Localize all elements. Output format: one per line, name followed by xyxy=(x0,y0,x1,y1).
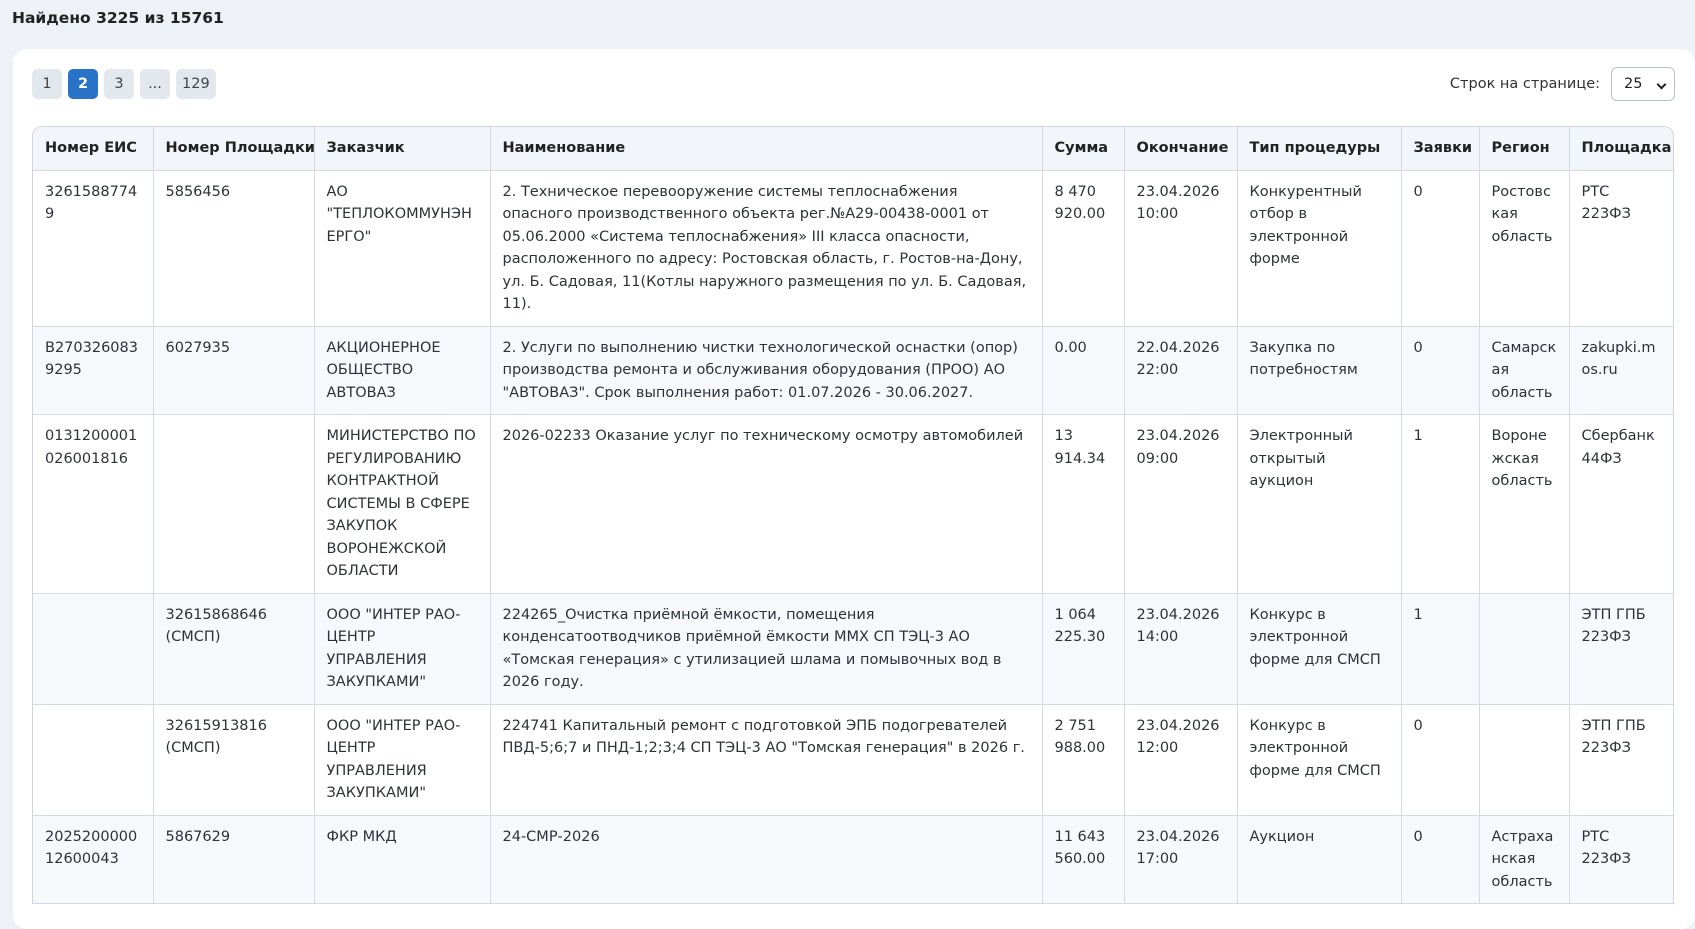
cell-region xyxy=(1479,704,1570,816)
chevron-down-icon xyxy=(1656,79,1667,90)
cell-end-date: 23.04.2026 12:00 xyxy=(1124,704,1238,816)
page-button-3[interactable]: 3 xyxy=(104,69,134,99)
table-header-row: Номер ЕИС Номер Площадки Заказчик Наимен… xyxy=(33,127,1673,171)
cell-eis-number xyxy=(33,593,154,705)
cell-name[interactable]: 224741 Капитальный ремонт с подготовкой … xyxy=(490,704,1043,816)
cell-region: Самарская область xyxy=(1479,326,1570,415)
cell-procedure-type: Закупка по потребностям xyxy=(1237,326,1402,415)
cell-procedure-type: Конкурс в электронной форме для СМСП xyxy=(1237,704,1402,816)
cell-procedure-type: Электронный открытый аукцион xyxy=(1237,414,1402,594)
cell-platform: Сбербанк 44ФЗ xyxy=(1569,414,1673,594)
cell-name[interactable]: 24-СМР-2026 xyxy=(490,815,1043,904)
cell-region xyxy=(1479,593,1570,705)
column-header-platform[interactable]: Площадка xyxy=(1569,127,1673,171)
table-row[interactable]: 32615887749 5856456 АО "ТЕПЛОКОММУНЭНЕРГО"… xyxy=(33,170,1673,327)
results-table: Номер ЕИС Номер Площадки Заказчик Наимен… xyxy=(33,127,1673,904)
cell-customer: АО "ТЕПЛОКОММУНЭНЕРГО" xyxy=(314,170,491,327)
pagination: 1 2 3 ... 129 xyxy=(32,69,216,99)
cell-platform-number: 32615913816 (СМСП) xyxy=(153,704,315,816)
cell-sum: 0.00 xyxy=(1042,326,1125,415)
cell-end-date: 23.04.2026 09:00 xyxy=(1124,414,1238,594)
rows-per-page-select[interactable]: 25 xyxy=(1611,67,1675,101)
cell-platform-number xyxy=(153,414,315,594)
column-header-platform-number[interactable]: Номер Площадки xyxy=(153,127,315,171)
column-header-sum[interactable]: Сумма xyxy=(1042,127,1125,171)
table-row[interactable]: 0131200001026001816 МИНИСТЕРСТВО ПО РЕГУЛ… xyxy=(33,414,1673,594)
rows-per-page-label: Строк на странице: xyxy=(1449,76,1600,92)
cell-bids: 0 xyxy=(1401,326,1480,415)
table-row[interactable]: 32615868646 (СМСП) ООО "ИНТЕР РАО-ЦЕНТР У… xyxy=(33,593,1673,705)
cell-eis-number: 202520000012600043 xyxy=(33,815,154,904)
cell-customer: ООО "ИНТЕР РАО-ЦЕНТР УПРАВЛЕНИЯ ЗАКУПКАМ… xyxy=(314,704,491,816)
page-button-1[interactable]: 1 xyxy=(32,69,62,99)
cell-platform: zakupki.mos.ru xyxy=(1569,326,1673,415)
cell-customer: МИНИСТЕРСТВО ПО РЕГУЛИРОВАНИЮ КОНТРАКТНО… xyxy=(314,414,491,594)
table-row[interactable]: B2703260839295 6027935 АКЦИОНЕРНОЕ ОБЩЕСТВ… xyxy=(33,326,1673,415)
table-row[interactable]: 202520000012600043 5867629 ФКР МКД 24-СМР-2… xyxy=(33,815,1673,904)
page-button-2[interactable]: 2 xyxy=(68,69,98,99)
cell-region: Ростовская область xyxy=(1479,170,1570,327)
cell-eis-number: 32615887749 xyxy=(33,170,154,327)
column-header-bids[interactable]: Заявки xyxy=(1401,127,1480,171)
cell-end-date: 23.04.2026 14:00 xyxy=(1124,593,1238,705)
cell-platform-number: 5856456 xyxy=(153,170,315,327)
column-header-procedure-type[interactable]: Тип процедуры xyxy=(1237,127,1402,171)
column-header-customer[interactable]: Заказчик xyxy=(314,127,491,171)
cell-customer: АКЦИОНЕРНОЕ ОБЩЕСТВО АВТОВАЗ xyxy=(314,326,491,415)
column-header-end[interactable]: Окончание xyxy=(1124,127,1238,171)
cell-sum: 2 751 988.00 xyxy=(1042,704,1125,816)
cell-end-date: 23.04.2026 10:00 xyxy=(1124,170,1238,327)
table-row[interactable]: 32615913816 (СМСП) ООО "ИНТЕР РАО-ЦЕНТР У… xyxy=(33,704,1673,816)
cell-bids: 0 xyxy=(1401,815,1480,904)
page-ellipsis-button[interactable]: ... xyxy=(140,69,170,99)
cell-sum: 1 064 225.30 xyxy=(1042,593,1125,705)
cell-platform-number: 6027935 xyxy=(153,326,315,415)
column-header-region[interactable]: Регион xyxy=(1479,127,1570,171)
cell-procedure-type: Конкурентный отбор в электронной форме xyxy=(1237,170,1402,327)
cell-platform: РТС 223ФЗ xyxy=(1569,815,1673,904)
cell-eis-number: B2703260839295 xyxy=(33,326,154,415)
cell-sum: 13 914.34 xyxy=(1042,414,1125,594)
cell-name[interactable]: 2026-02233 Оказание услуг по техническом… xyxy=(490,414,1043,594)
cell-customer: ФКР МКД xyxy=(314,815,491,904)
cell-name[interactable]: 224265_Очистка приёмной ёмкости, помещен… xyxy=(490,593,1043,705)
results-table-wrapper: Номер ЕИС Номер Площадки Заказчик Наимен… xyxy=(32,126,1674,904)
cell-platform-number: 32615868646 (СМСП) xyxy=(153,593,315,705)
cell-end-date: 23.04.2026 17:00 xyxy=(1124,815,1238,904)
cell-eis-number xyxy=(33,704,154,816)
column-header-eis[interactable]: Номер ЕИС xyxy=(33,127,154,171)
cell-eis-number: 0131200001026001816 xyxy=(33,414,154,594)
cell-end-date: 22.04.2026 22:00 xyxy=(1124,326,1238,415)
page-button-last[interactable]: 129 xyxy=(176,69,216,99)
results-card: 1 2 3 ... 129 Строк на странице: 25 Номе… xyxy=(13,49,1695,929)
cell-procedure-type: Аукцион xyxy=(1237,815,1402,904)
cell-procedure-type: Конкурс в электронной форме для СМСП xyxy=(1237,593,1402,705)
cell-bids: 1 xyxy=(1401,414,1480,594)
column-header-name[interactable]: Наименование xyxy=(490,127,1043,171)
cell-sum: 8 470 920.00 xyxy=(1042,170,1125,327)
cell-name[interactable]: 2. Техническое перевооружение системы те… xyxy=(490,170,1043,327)
cell-platform: ЭТП ГПБ 223ФЗ xyxy=(1569,704,1673,816)
cell-region: Астраханская область xyxy=(1479,815,1570,904)
cell-bids: 0 xyxy=(1401,704,1480,816)
cell-platform: ЭТП ГПБ 223ФЗ xyxy=(1569,593,1673,705)
cell-platform-number: 5867629 xyxy=(153,815,315,904)
cell-name[interactable]: 2. Услуги по выполнению чистки технологи… xyxy=(490,326,1043,415)
cell-bids: 0 xyxy=(1401,170,1480,327)
cell-sum: 11 643 560.00 xyxy=(1042,815,1125,904)
rows-per-page-control: Строк на странице: 25 xyxy=(1450,67,1675,101)
rows-per-page-value: 25 xyxy=(1624,76,1643,92)
results-count: Найдено 3225 из 15761 xyxy=(12,9,224,27)
cell-customer: ООО "ИНТЕР РАО-ЦЕНТР УПРАВЛЕНИЯ ЗАКУПКАМ… xyxy=(314,593,491,705)
cell-bids: 1 xyxy=(1401,593,1480,705)
cell-region: Воронежская область xyxy=(1479,414,1570,594)
cell-platform: РТС 223ФЗ xyxy=(1569,170,1673,327)
